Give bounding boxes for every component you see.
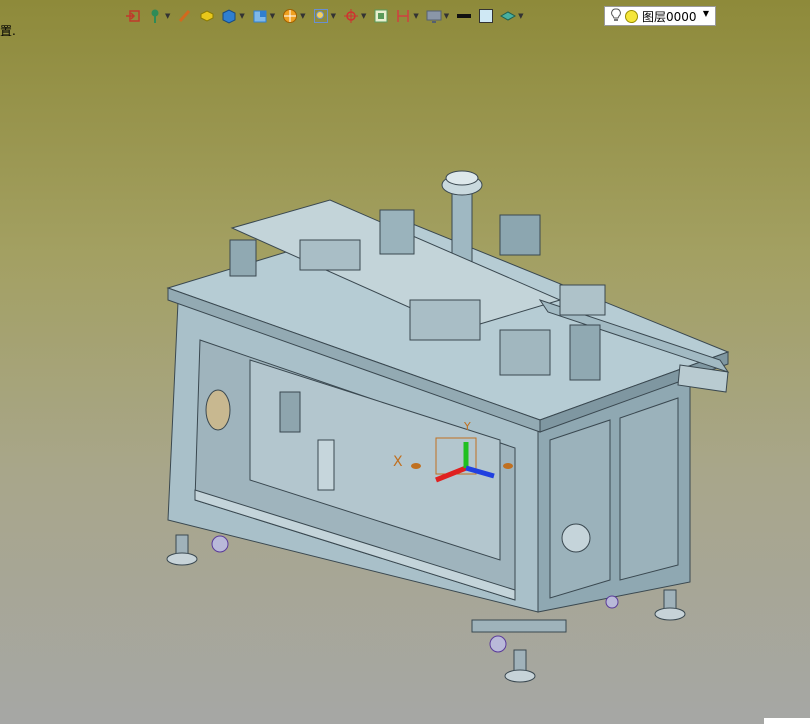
column-flange-top (445, 170, 479, 186)
leveling-foot-base (504, 669, 536, 683)
leveling-foot (175, 534, 189, 556)
leveling-foot (663, 589, 677, 611)
bracket (229, 239, 257, 277)
slide-block (409, 299, 481, 341)
axis-handle (503, 463, 513, 469)
cylinder-block (379, 209, 415, 255)
side-door (619, 397, 679, 581)
slide-block (499, 329, 551, 376)
bracket (569, 324, 601, 381)
wall-bracket (279, 391, 301, 433)
caster-wheel (211, 535, 229, 553)
caster-wheel (605, 595, 619, 609)
leveling-foot (513, 649, 527, 673)
gripper-block (559, 284, 606, 316)
leveling-foot-base (654, 607, 686, 621)
handle-slot (317, 439, 335, 491)
axis-label-y: Y (463, 420, 471, 433)
door-lock (561, 523, 591, 553)
axis-handle (411, 463, 421, 469)
base-rail (471, 619, 567, 633)
caster-wheel (489, 635, 507, 653)
slide-block (299, 239, 361, 271)
leveling-foot-base (166, 552, 198, 566)
motor-block (499, 214, 541, 256)
panel-cutout (205, 389, 231, 431)
axis-label-x: X (393, 454, 403, 470)
model-viewport[interactable]: X Y (0, 0, 810, 724)
status-strip (764, 718, 810, 724)
side-door (549, 419, 611, 599)
